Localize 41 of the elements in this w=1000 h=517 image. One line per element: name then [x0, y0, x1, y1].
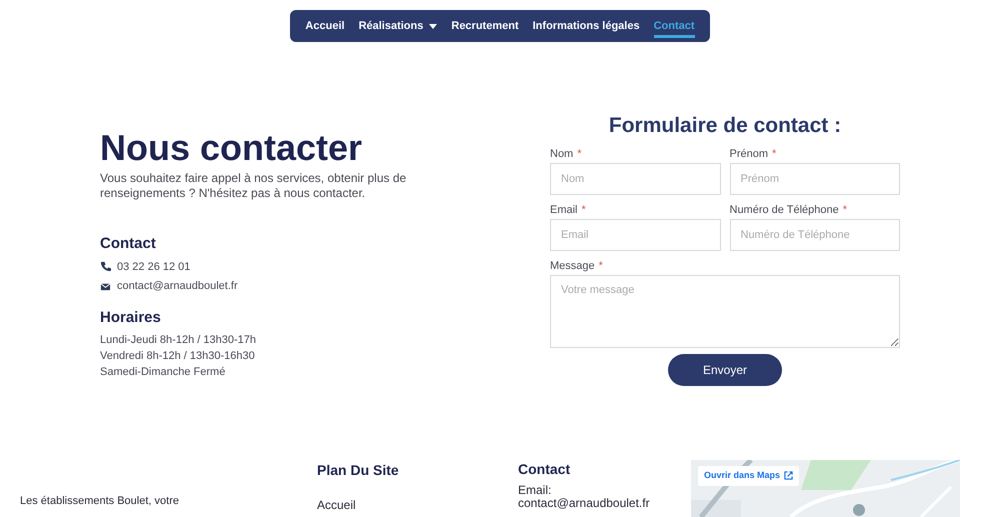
nav-link[interactable]: Recrutement: [451, 14, 519, 38]
page-title: Nous contacter: [100, 128, 364, 168]
required-mark: *: [842, 202, 848, 218]
submit-button[interactable]: Envoyer: [668, 354, 782, 386]
form-title: Formulaire de contact :: [608, 113, 842, 139]
company-description: Les établissements Boulet, votre: [20, 494, 180, 509]
hours-line: Lundi-Jeudi 8h-12h / 13h30-17h: [100, 333, 257, 348]
intro-text: Vous souhaitez faire appel à nos services, obtenir plus de renseignements ? N'hésitez pas à nous contacter.: [100, 171, 408, 201]
open-in-maps-link[interactable]: Ouvrir dans Maps: [698, 466, 800, 486]
footer-email-link[interactable]: contact@arnaudboulet.fr: [518, 496, 691, 510]
input-field[interactable]: Numéro de Téléphone: [730, 218, 900, 250]
section-heading: Horaires: [100, 308, 162, 328]
required-mark: *: [772, 146, 776, 162]
required-mark: *: [598, 258, 603, 274]
field-label: Numéro de Téléphone: [730, 202, 839, 218]
field-label: Prénom: [730, 146, 768, 162]
hours-line: Vendredi 8h-12h / 13h30-16h30: [100, 349, 256, 364]
required-mark: *: [577, 146, 582, 162]
footer-link[interactable]: Accueil: [317, 496, 518, 514]
hours-line: Samedi-Dimanche Fermé: [100, 365, 226, 380]
section-heading: Contact: [100, 234, 157, 254]
input-field[interactable]: Prénom: [730, 162, 900, 194]
footer-heading: Contact: [518, 460, 572, 478]
field-label: Nom: [550, 146, 574, 162]
envelope-icon: [100, 280, 111, 292]
message-field[interactable]: Votre message: [550, 274, 900, 348]
nav-link[interactable]: Contact: [654, 14, 695, 38]
field-label: Email: [550, 202, 578, 218]
phone-number: 03 22 26 12 01: [117, 260, 190, 274]
nav-link[interactable]: Informations légales: [532, 14, 640, 38]
required-mark: *: [582, 202, 586, 218]
email-label: Email:: [518, 484, 552, 496]
input-field[interactable]: Email: [550, 218, 720, 250]
input-field[interactable]: Nom: [550, 162, 720, 194]
nav-link[interactable]: Réalisations: [358, 14, 438, 38]
footer-heading: Plan Du Site: [317, 461, 400, 480]
email-address: contact@arnaudboulet.fr: [117, 279, 238, 294]
external-link-icon: [784, 471, 794, 480]
nav-link[interactable]: Accueil: [305, 14, 345, 38]
phone-icon: [100, 261, 111, 272]
field-label: Message: [550, 258, 595, 274]
